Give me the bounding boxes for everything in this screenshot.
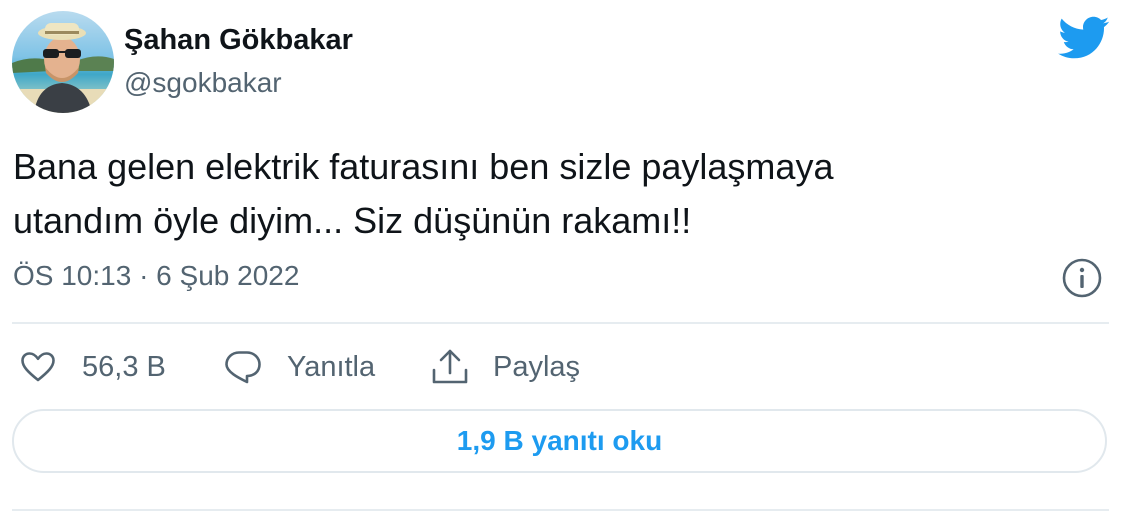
speech-bubble-icon — [225, 351, 261, 384]
tweet-text-line: Bana gelen elektrik faturasını ben sizle… — [13, 146, 834, 187]
share-label: Paylaş — [493, 350, 581, 383]
avatar-photo — [12, 11, 114, 113]
reply-button[interactable]: Yanıtla — [223, 340, 375, 394]
like-button[interactable]: 56,3 B — [20, 340, 166, 394]
action-bar: 56,3 B Yanıtla Paylaş — [0, 340, 1123, 394]
divider — [12, 322, 1109, 324]
tweet-text: Bana gelen elektrik faturasını ben sizle… — [13, 140, 1013, 248]
tweet-text-line: utandım öyle diyim... Siz düşünün rakamı… — [13, 200, 692, 241]
heart-icon — [21, 352, 55, 382]
user-handle[interactable]: @sgokbakar — [124, 67, 282, 99]
info-icon[interactable] — [1061, 257, 1103, 299]
twitter-bird-icon[interactable] — [1056, 15, 1110, 59]
like-count: 56,3 B — [82, 350, 166, 383]
read-replies-button[interactable]: 1,9 B yanıtı oku — [12, 409, 1107, 473]
share-button[interactable]: Paylaş — [430, 340, 580, 394]
display-name[interactable]: Şahan Gökbakar — [124, 24, 353, 57]
tweet-card: Şahan Gökbakar @sgokbakar Bana gelen ele… — [0, 0, 1123, 514]
avatar[interactable] — [12, 11, 114, 113]
reply-label: Yanıtla — [287, 350, 376, 383]
tweet-timestamp[interactable]: ÖS 10:13 · 6 Şub 2022 — [13, 260, 299, 292]
divider — [12, 509, 1109, 511]
share-icon — [432, 349, 468, 384]
